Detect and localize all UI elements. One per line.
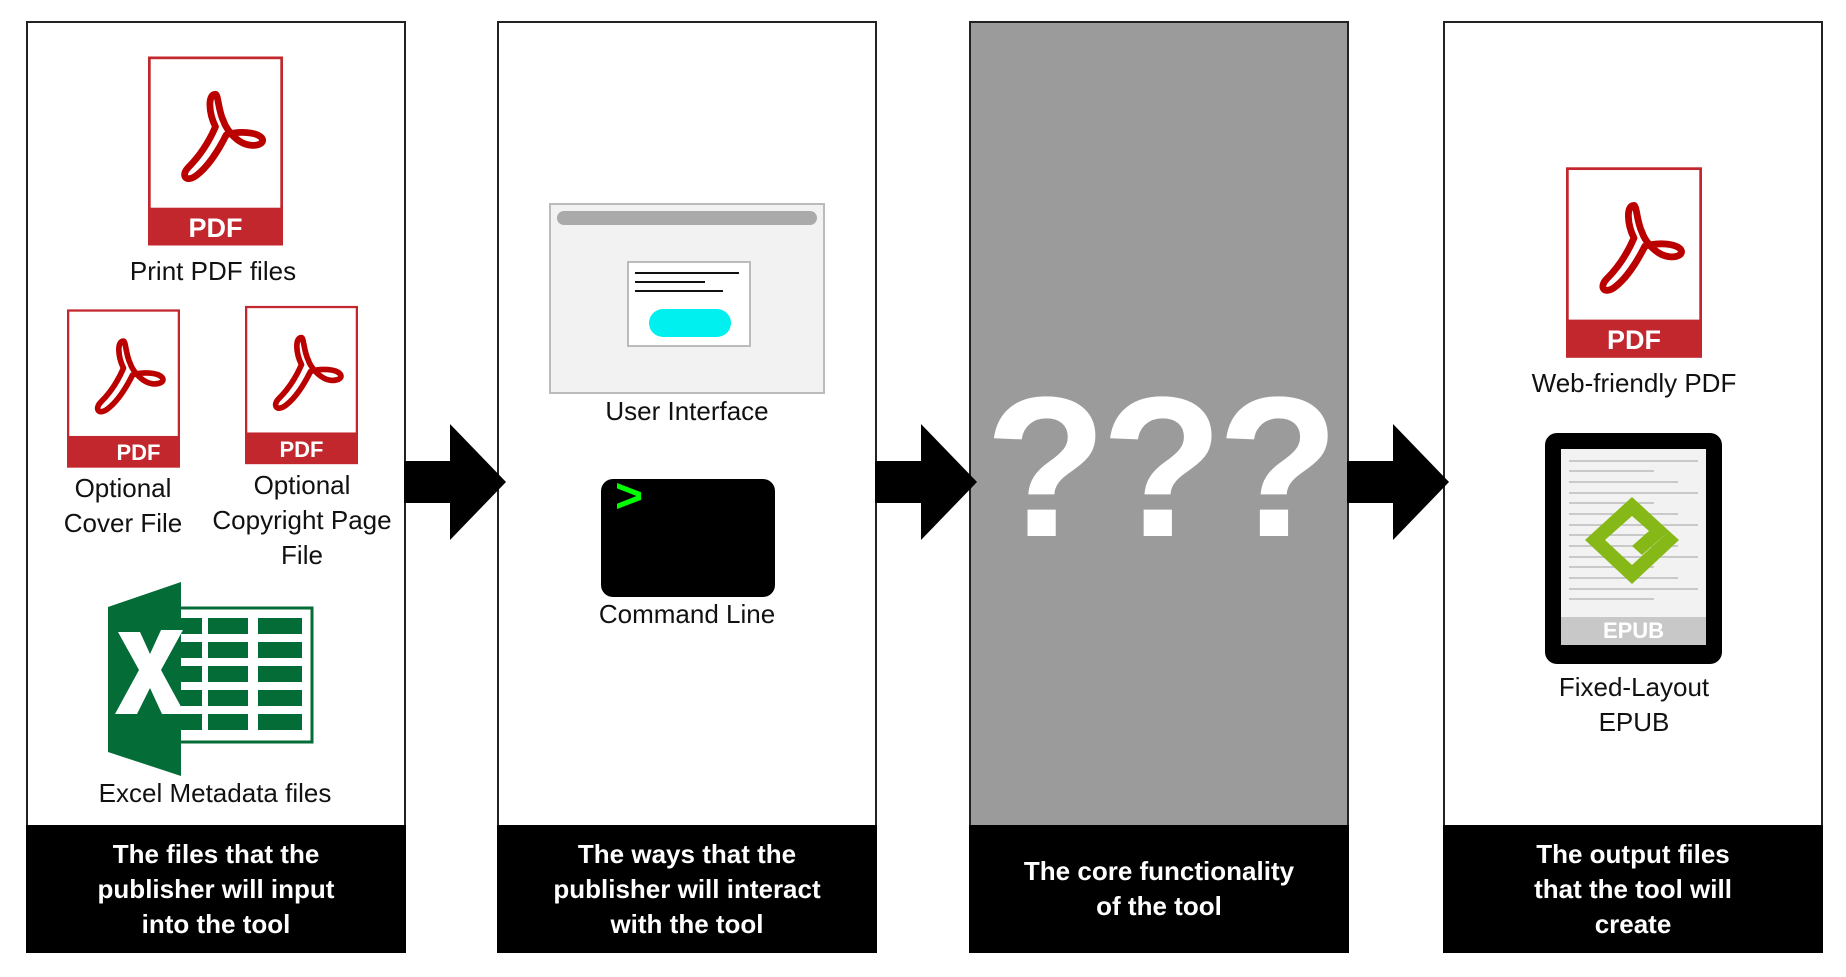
terminal-prompt: > [615,470,644,523]
arrow-right-icon [1347,424,1449,540]
core-caption: The core functionality of the tool [969,825,1349,953]
excel-metadata-label: Excel Metadata files [98,778,332,808]
excel-icon [108,582,314,776]
command-line-label: Command Line [598,599,776,629]
print-pdf-icon: PDF [148,56,283,246]
web-pdf-icon: PDF [1566,167,1702,358]
pdf-badge-text: PDF [116,440,161,465]
pdf-badge-text: PDF [279,437,324,462]
inputs-caption: The files that the publisher will input … [26,825,406,953]
pdf-badge-text: PDF [188,213,243,243]
dialog-box [627,261,751,347]
epub-tablet-icon: EPUB [1545,433,1722,664]
pdf-badge-text: PDF [1607,325,1661,355]
dialog-button [649,309,731,337]
copyright-pdf-icon: PDF [245,305,358,465]
cover-pdf-icon: PDF [67,309,180,468]
epub-badge-text: EPUB [1602,618,1665,643]
unknown-placeholder: ??? [984,356,1340,579]
outputs-caption: The output files that the tool will crea… [1443,825,1823,953]
title-bar [557,211,817,225]
arrow-right-icon [875,424,977,540]
user-interface-label: User Interface [605,396,769,426]
core-panel: ??? The core functionality of the tool [969,21,1349,953]
terminal-icon: > [601,470,775,597]
cover-file-label: Optional Cover File [63,473,183,538]
user-interface-icon [549,203,825,394]
print-pdf-label: Print PDF files [129,256,297,286]
arrow-right-icon [404,424,506,540]
web-pdf-label: Web-friendly PDF [1531,368,1737,398]
copyright-file-label: Optional Copyright Page File [212,470,392,570]
interfaces-caption: The ways that the publisher will interac… [497,825,877,953]
fixed-layout-epub-label: Fixed-Layout EPUB [1558,672,1710,737]
